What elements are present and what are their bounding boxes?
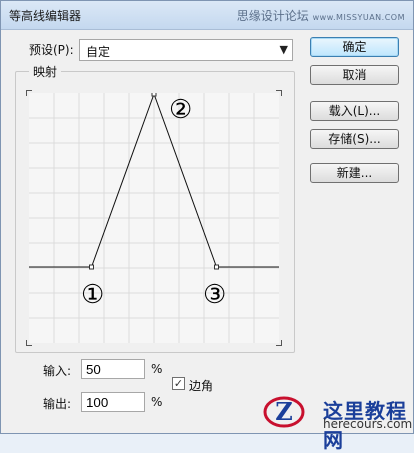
marker-1: ① xyxy=(81,280,104,310)
ok-button[interactable]: 确定 xyxy=(310,37,399,57)
new-button[interactable]: 新建... xyxy=(310,163,399,183)
dropdown-arrow-icon: ▼ xyxy=(279,43,288,56)
edge-checkbox[interactable]: ✓ xyxy=(172,377,185,390)
preset-label: 预设(P): xyxy=(29,43,74,57)
graph-grid xyxy=(29,93,279,343)
graph-corner-br xyxy=(276,340,282,346)
window-title: 等高线编辑器 xyxy=(9,9,82,23)
curve-point-3[interactable] xyxy=(214,264,219,270)
graph-corner-tl xyxy=(26,90,32,96)
contour-editor-dialog: 等高线编辑器 思缘设计论坛 www.MISSYUAN.COM 预设(P): 自定… xyxy=(0,0,414,452)
site-logo-icon: Z xyxy=(263,396,305,428)
cancel-button[interactable]: 取消 xyxy=(310,65,399,85)
edge-label: 边角 xyxy=(189,379,214,393)
output-percent: % xyxy=(151,395,163,409)
site-logo-url: herecours.com xyxy=(323,417,413,431)
input-percent: % xyxy=(151,362,163,376)
marker-3: ③ xyxy=(203,280,226,310)
watermark-text: 思缘设计论坛 www.MISSYUAN.COM xyxy=(237,7,405,24)
curve-point-1[interactable] xyxy=(89,264,94,270)
watermark-site-url: www.MISSYUAN.COM xyxy=(312,13,405,22)
watermark-site-name: 思缘设计论坛 xyxy=(236,9,309,23)
load-button[interactable]: 载入(L)... xyxy=(310,101,399,121)
graph-corner-bl xyxy=(26,340,32,346)
title-bar[interactable]: 等高线编辑器 思缘设计论坛 www.MISSYUAN.COM xyxy=(1,1,413,30)
contour-graph[interactable]: ① ② ③ xyxy=(26,90,282,346)
marker-2: ② xyxy=(169,95,192,125)
preset-select[interactable]: 自定 ▼ xyxy=(79,39,293,61)
svg-text:Z: Z xyxy=(275,397,293,426)
input-field[interactable] xyxy=(81,359,145,379)
preset-value: 自定 xyxy=(86,45,111,59)
graph-corner-tr xyxy=(276,90,282,96)
output-field[interactable] xyxy=(81,392,145,412)
contour-curve-svg[interactable]: ① ② ③ xyxy=(29,91,279,343)
curve-point-2[interactable] xyxy=(151,91,157,97)
mapping-group-label: 映射 xyxy=(29,63,62,80)
output-label: 输出: xyxy=(43,397,72,411)
input-label: 输入: xyxy=(43,364,72,378)
save-button[interactable]: 存储(S)... xyxy=(310,129,399,149)
